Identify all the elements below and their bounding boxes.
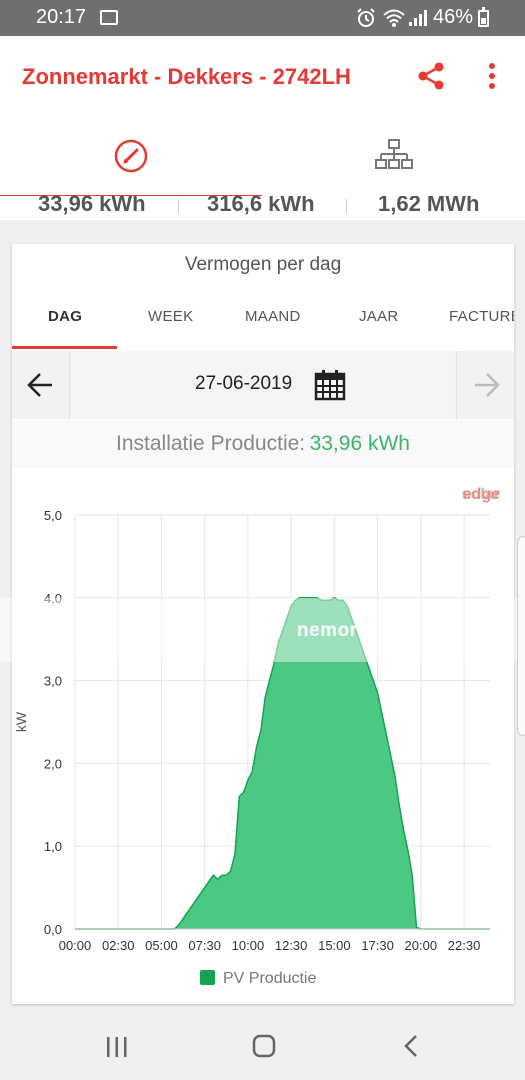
battery-icon — [478, 7, 489, 27]
gallery-icon — [100, 10, 118, 25]
legend-swatch — [200, 970, 215, 985]
status-time: 20:17 — [36, 6, 87, 28]
solaredge-logo-accent: edge — [463, 486, 500, 503]
period-tab-indicator — [12, 346, 117, 349]
total-lifetime: 1,62 MWh — [378, 196, 480, 216]
watermark-text: nemori — [297, 620, 364, 641]
tab-billing[interactable]: FACTUREREN — [449, 308, 514, 325]
arrow-right-icon — [475, 373, 500, 397]
tab-year[interactable]: JAAR — [359, 308, 399, 325]
home-icon[interactable] — [252, 1034, 276, 1058]
wifi-icon — [383, 9, 405, 27]
alarm-icon — [357, 8, 375, 27]
share-icon[interactable] — [415, 60, 447, 92]
app-bar: Zonnemarkt - Dekkers - 2742LH — [0, 36, 525, 118]
tab-week[interactable]: WEEK — [148, 308, 193, 325]
date-picker[interactable]: 27-06-2019 — [71, 351, 455, 419]
recent-apps-icon[interactable] — [105, 1036, 129, 1058]
y-tick-label: 0,0 — [44, 922, 62, 937]
x-tick-label: 07:30 — [188, 938, 221, 953]
watermark-overlay — [0, 598, 525, 662]
signal-icon — [409, 10, 427, 26]
previous-day-button[interactable] — [12, 351, 70, 419]
system-nav-bar — [0, 1010, 525, 1080]
calendar-icon[interactable] — [314, 369, 346, 401]
energy-totals: 33,96 kWh 316,6 kWh 1,62 MWh — [0, 196, 525, 220]
legend-label: PV Productie — [223, 970, 317, 987]
x-tick-label: 12:30 — [275, 938, 308, 953]
chart-legend[interactable]: PV Productie — [200, 970, 316, 988]
x-tick-label: 17:30 — [361, 938, 394, 953]
production-label: Installatie Productie: — [116, 432, 306, 455]
more-options-icon[interactable] — [484, 60, 500, 92]
hierarchy-icon — [375, 139, 413, 169]
y-tick-label: 2,0 — [44, 756, 62, 771]
tab-dashboard[interactable] — [0, 118, 262, 200]
x-tick-label: 22:30 — [448, 938, 481, 953]
tab-day[interactable]: DAG — [48, 308, 82, 325]
total-month: 316,6 kWh — [207, 196, 315, 216]
y-tick-label: 1,0 — [44, 839, 62, 854]
gauge-icon — [114, 139, 148, 173]
y-tick-label: 3,0 — [44, 674, 62, 689]
view-tabs — [0, 118, 525, 200]
x-tick-label: 05:00 — [145, 938, 178, 953]
production-value: 33,96 kWh — [309, 432, 410, 455]
production-summary: Installatie Productie: 33,96 kWh — [12, 420, 514, 468]
x-tick-label: 02:30 — [102, 938, 135, 953]
site-title: Zonnemarkt - Dekkers - 2742LH — [22, 64, 351, 89]
power-chart: solaredge0,01,02,03,04,05,000:00 02:30 05:… — [13, 486, 500, 953]
x-tick-label: 15:00 — [318, 938, 351, 953]
next-day-button[interactable] — [456, 351, 514, 419]
y-axis-label: kW — [13, 711, 29, 732]
date-navigator: 27-06-2019 — [12, 351, 514, 419]
selected-date: 27-06-2019 — [195, 373, 293, 394]
divider — [346, 199, 347, 213]
status-bar: 20:17 46% — [0, 0, 525, 36]
arrow-left-icon — [27, 373, 52, 397]
period-tabs: DAG WEEK MAAND JAAR FACTUREREN — [12, 294, 514, 350]
back-icon[interactable] — [402, 1034, 420, 1058]
card-title: Vermogen per dag — [184, 254, 342, 275]
x-tick-label: 10:00 — [232, 938, 265, 953]
total-today: 33,96 kWh — [38, 196, 146, 216]
tab-month[interactable]: MAAND — [245, 308, 301, 325]
tab-layout[interactable] — [262, 118, 524, 200]
x-tick-label: 20:00 — [405, 938, 438, 953]
chart-area: solar edge 0,0 1,0 2,0 3,0 4,0 5,0 00:00 02:30 05:… — [12, 474, 514, 1004]
divider — [178, 199, 179, 213]
y-tick-label: 5,0 — [44, 508, 62, 523]
scroll-handle[interactable] — [517, 536, 525, 736]
x-tick-label: 00:00 — [59, 938, 92, 953]
battery-percentage: 46% — [433, 6, 474, 28]
